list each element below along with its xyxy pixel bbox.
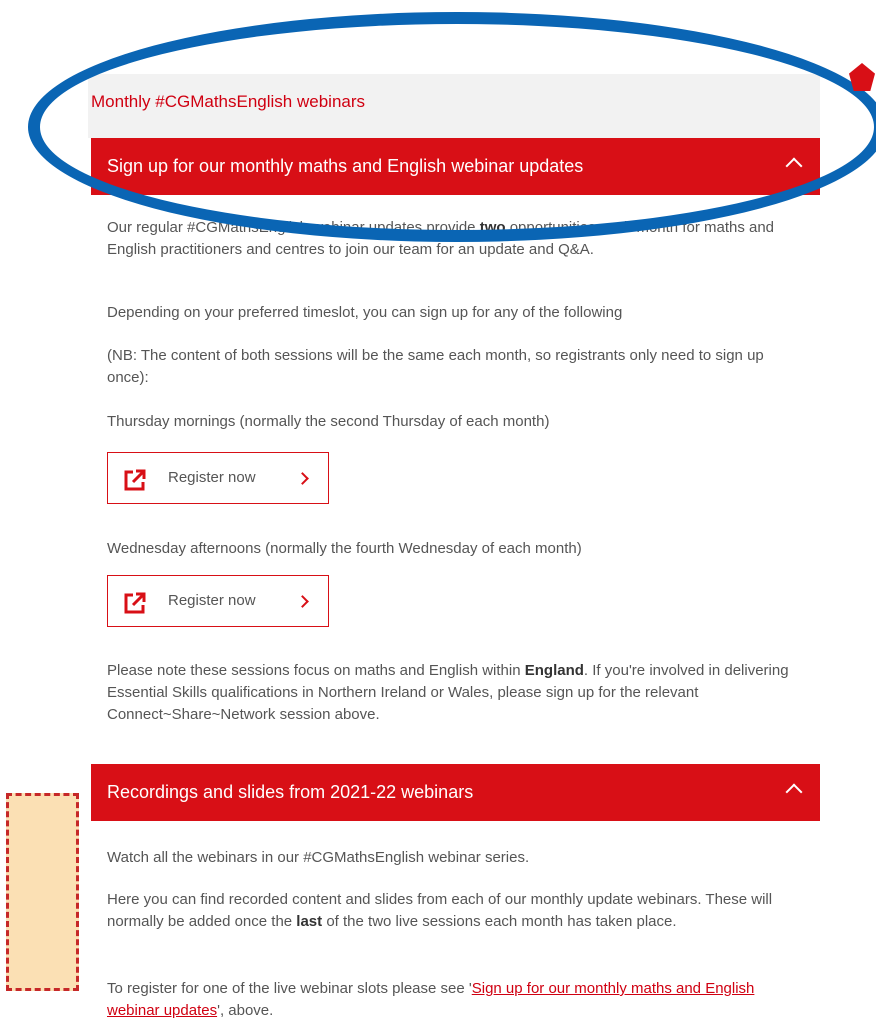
nb-paragraph: (NB: The content of both sessions will b… bbox=[107, 347, 764, 386]
england-note-paragraph: Please note these sessions focus on math… bbox=[107, 660, 807, 726]
wednesday-paragraph: Wednesday afternoons (normally the fourt… bbox=[107, 540, 582, 557]
accordion-header-signup[interactable]: Sign up for our monthly maths and Englis… bbox=[91, 138, 820, 195]
note-text-bold: England bbox=[524, 662, 584, 679]
intro-text-start: Our regular #CGMathsEnglish webinar upda… bbox=[107, 219, 480, 236]
chevron-right-icon bbox=[296, 595, 309, 608]
recordings-text-bold: last bbox=[296, 913, 323, 930]
accordion-header-signup-label: Sign up for our monthly maths and Englis… bbox=[107, 156, 584, 176]
recordings-paragraph: Here you can find recorded content and s… bbox=[107, 889, 807, 933]
section-title-text: Monthly #CGMathsEnglish webinars bbox=[91, 92, 366, 111]
recordings-text-end: of the two live sessions each month has … bbox=[322, 913, 677, 930]
register-info-paragraph: To register for one of the live webinar … bbox=[107, 978, 807, 1022]
webinars-panel: Monthly #CGMathsEnglish webinars Sign up… bbox=[88, 74, 820, 1025]
accordion-header-recordings-label: Recordings and slides from 2021-22 webin… bbox=[107, 782, 474, 802]
external-link-icon bbox=[124, 469, 146, 491]
timeslot-paragraph: Depending on your preferred timeslot, yo… bbox=[107, 304, 623, 321]
register-thursday-label: Register now bbox=[168, 469, 256, 486]
chevron-right-icon bbox=[296, 472, 309, 485]
register-info-text-end: ', above. bbox=[217, 1002, 274, 1019]
note-text-start: Please note these sessions focus on math… bbox=[107, 662, 525, 679]
external-link-icon bbox=[124, 592, 146, 614]
register-wednesday-label: Register now bbox=[168, 592, 256, 609]
register-info-text-start: To register for one of the live webinar … bbox=[107, 980, 472, 997]
red-marker-shape bbox=[849, 63, 875, 91]
watch-paragraph: Watch all the webinars in our #CGMathsEn… bbox=[107, 849, 530, 866]
intro-paragraph: Our regular #CGMathsEnglish webinar upda… bbox=[107, 217, 807, 261]
intro-text-bold: two bbox=[479, 219, 506, 236]
register-wednesday-button[interactable]: Register now bbox=[107, 575, 329, 627]
thursday-paragraph: Thursday mornings (normally the second T… bbox=[107, 413, 550, 430]
chevron-up-icon bbox=[785, 783, 803, 801]
section-title: Monthly #CGMathsEnglish webinars bbox=[88, 74, 820, 138]
accordion-header-recordings[interactable]: Recordings and slides from 2021-22 webin… bbox=[91, 764, 820, 821]
annotation-box bbox=[6, 793, 79, 991]
chevron-up-icon bbox=[785, 157, 803, 175]
register-thursday-button[interactable]: Register now bbox=[107, 452, 329, 504]
